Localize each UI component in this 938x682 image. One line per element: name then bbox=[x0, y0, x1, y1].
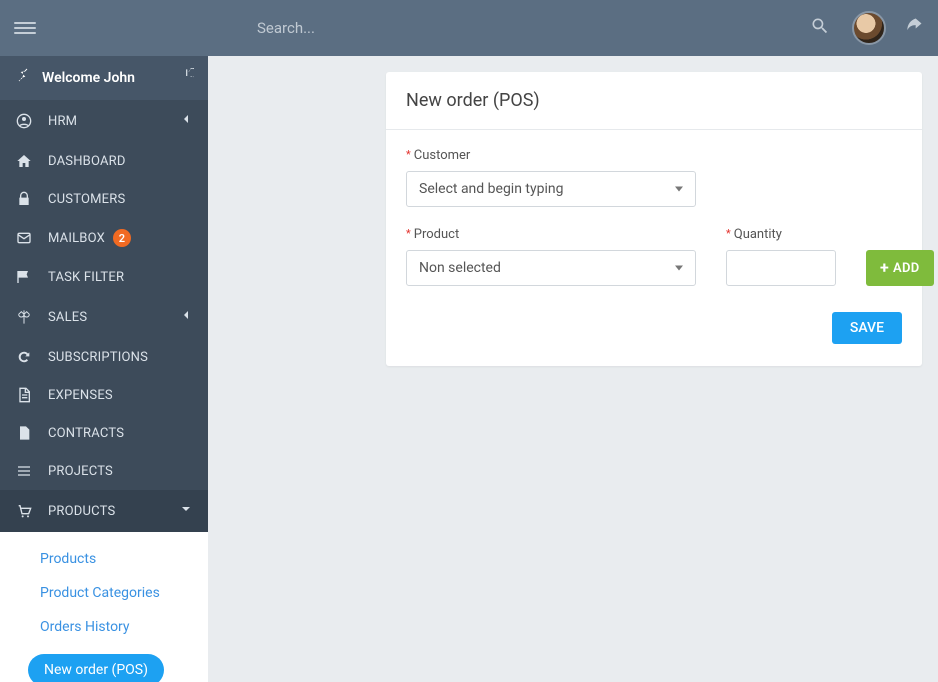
customer-label: *Customer bbox=[406, 148, 902, 163]
quantity-label: *Quantity bbox=[726, 227, 836, 242]
caret-down-icon bbox=[675, 187, 683, 192]
file-icon bbox=[14, 425, 34, 441]
bars-icon bbox=[14, 463, 34, 479]
refresh-icon bbox=[14, 349, 34, 365]
submenu-item-new-order[interactable]: New order (POS) bbox=[28, 654, 164, 682]
mailbox-badge: 2 bbox=[113, 229, 131, 247]
add-button[interactable]: + ADD bbox=[866, 250, 934, 286]
lock-icon bbox=[14, 191, 34, 207]
sidebar-item-label: CUSTOMERS bbox=[48, 192, 125, 207]
sidebar-item-label: SUBSCRIPTIONS bbox=[48, 350, 148, 365]
sidebar-item-label: CONTRACTS bbox=[48, 426, 124, 441]
sidebar-item-sales[interactable]: SALES bbox=[0, 296, 208, 338]
caret-down-icon bbox=[675, 266, 683, 271]
sidebar: Welcome John HRM DASHBOARD CUSTOMERS MAI… bbox=[0, 56, 208, 682]
sidebar-item-label: HRM bbox=[48, 114, 77, 129]
power-icon[interactable] bbox=[178, 68, 194, 88]
search-icon[interactable] bbox=[810, 16, 830, 40]
sidebar-item-hrm[interactable]: HRM bbox=[0, 100, 208, 142]
sidebar-item-subscriptions[interactable]: SUBSCRIPTIONS bbox=[0, 338, 208, 376]
sidebar-item-label: MAILBOX bbox=[48, 231, 105, 246]
chevron-down-icon bbox=[178, 501, 194, 521]
chevron-left-icon bbox=[178, 307, 194, 327]
product-select[interactable]: Non selected bbox=[406, 250, 696, 286]
pin-icon bbox=[14, 68, 30, 88]
content-area: New order (POS) *Customer Select and beg… bbox=[208, 56, 938, 682]
welcome-text: Welcome John bbox=[42, 70, 135, 86]
sidebar-item-mailbox[interactable]: MAILBOX 2 bbox=[0, 218, 208, 258]
products-submenu: Products Product Categories Orders Histo… bbox=[0, 532, 208, 682]
add-button-label: ADD bbox=[893, 261, 920, 276]
chevron-left-icon bbox=[178, 111, 194, 131]
sidebar-item-customers[interactable]: CUSTOMERS bbox=[0, 180, 208, 218]
share-icon[interactable] bbox=[904, 16, 924, 40]
sidebar-item-label: TASK FILTER bbox=[48, 270, 124, 285]
sidebar-item-label: EXPENSES bbox=[48, 388, 113, 403]
customer-select[interactable]: Select and begin typing bbox=[406, 171, 696, 207]
sidebar-item-label: PRODUCTS bbox=[48, 504, 115, 519]
sidebar-item-dashboard[interactable]: DASHBOARD bbox=[0, 142, 208, 180]
mail-icon bbox=[14, 230, 34, 246]
sidebar-item-label: PROJECTS bbox=[48, 464, 113, 479]
quantity-input[interactable] bbox=[726, 250, 836, 286]
plus-icon: + bbox=[880, 260, 889, 276]
submenu-item-orders-history[interactable]: Orders History bbox=[0, 610, 208, 644]
product-label: *Product bbox=[406, 227, 696, 242]
customer-select-value: Select and begin typing bbox=[419, 181, 563, 197]
sidebar-item-task-filter[interactable]: TASK FILTER bbox=[0, 258, 208, 296]
sidebar-item-contracts[interactable]: CONTRACTS bbox=[0, 414, 208, 452]
user-circle-icon bbox=[14, 113, 34, 129]
document-icon bbox=[14, 387, 34, 403]
topbar bbox=[0, 0, 938, 56]
quantity-label-text: Quantity bbox=[734, 227, 782, 242]
sidebar-item-products[interactable]: PRODUCTS bbox=[0, 490, 208, 532]
welcome-row: Welcome John bbox=[0, 56, 208, 100]
search-wrap bbox=[36, 19, 798, 37]
sidebar-item-projects[interactable]: PROJECTS bbox=[0, 452, 208, 490]
submenu-item-categories[interactable]: Product Categories bbox=[0, 576, 208, 610]
product-label-text: Product bbox=[414, 227, 459, 242]
new-order-card: New order (POS) *Customer Select and beg… bbox=[386, 72, 922, 366]
flag-icon bbox=[14, 269, 34, 285]
customer-label-text: Customer bbox=[414, 148, 471, 163]
sidebar-item-label: SALES bbox=[48, 310, 87, 325]
card-title: New order (POS) bbox=[386, 72, 922, 130]
cart-icon bbox=[14, 503, 34, 519]
home-icon bbox=[14, 153, 34, 169]
sidebar-item-expenses[interactable]: EXPENSES bbox=[0, 376, 208, 414]
search-input[interactable] bbox=[257, 19, 577, 37]
submenu-item-products[interactable]: Products bbox=[0, 542, 208, 576]
menu-toggle-button[interactable] bbox=[14, 17, 36, 39]
sidebar-item-label: DASHBOARD bbox=[48, 154, 126, 169]
scales-icon bbox=[14, 309, 34, 325]
save-button[interactable]: SAVE bbox=[832, 312, 902, 344]
product-select-value: Non selected bbox=[419, 260, 501, 276]
avatar[interactable] bbox=[852, 11, 886, 45]
